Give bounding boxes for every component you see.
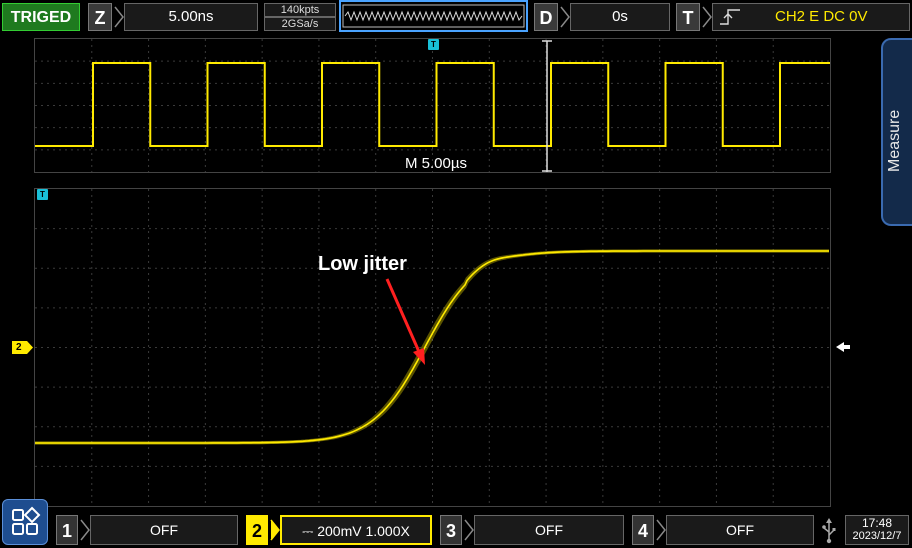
measure-panel-tab[interactable]: Measure [881, 38, 912, 226]
clock-time: 17:48 [861, 516, 893, 530]
delay-label[interactable]: D [534, 3, 558, 31]
trigger-settings-text: CH2 E DC 0V [775, 8, 868, 25]
channel2-button[interactable]: 2 [246, 515, 268, 545]
channel2-offset-marker[interactable]: 2 [12, 341, 34, 354]
channel2-status[interactable]: ⎓ 200mV 1.000X [280, 515, 432, 545]
trigger-label[interactable]: T [676, 3, 700, 31]
overview-trigger-marker[interactable]: T [428, 39, 439, 50]
channel2-marker-label: 2 [16, 342, 22, 353]
channel3-button[interactable]: 3 [440, 515, 462, 545]
trigger-level-arrow-icon[interactable] [836, 341, 850, 353]
overview-waveform [35, 39, 830, 172]
clock-date: 2023/12/7 [852, 530, 902, 542]
zoom-plot[interactable] [34, 188, 831, 507]
waveform-navigator[interactable] [339, 0, 528, 32]
channel4-button[interactable]: 4 [632, 515, 654, 545]
memory-depth: 140kpts [264, 3, 336, 17]
zoom-waveform [35, 189, 830, 506]
zoom-label[interactable]: Z [88, 3, 112, 31]
trigger-status-badge[interactable]: TRIGED [2, 3, 80, 31]
home-menu-button[interactable] [2, 499, 48, 545]
system-clock: 17:48 2023/12/7 [845, 515, 909, 545]
sample-rate: 2GSa/s [264, 17, 336, 31]
channel4-status[interactable]: OFF [666, 515, 814, 545]
zoom-timebase-value[interactable]: 5.00ns [124, 3, 258, 31]
channel3-status[interactable]: OFF [474, 515, 624, 545]
usb-icon [822, 518, 836, 544]
rising-edge-icon [720, 9, 740, 25]
app-grid-icon [12, 506, 41, 535]
channel1-status[interactable]: OFF [90, 515, 238, 545]
channel1-button[interactable]: 1 [56, 515, 78, 545]
annotation-arrow-icon [385, 278, 425, 365]
waveform-thumbnail-icon [342, 4, 525, 28]
measure-label: Measure [886, 109, 903, 172]
trigger-settings[interactable]: CH2 E DC 0V [712, 3, 910, 31]
delay-value[interactable]: 0s [570, 3, 670, 31]
low-jitter-annotation: Low jitter [318, 253, 407, 275]
zoom-trigger-marker[interactable]: T [37, 189, 48, 200]
main-timebase-value: M 5.00µs [405, 155, 467, 172]
overview-plot[interactable]: M 5.00µs [34, 38, 831, 173]
